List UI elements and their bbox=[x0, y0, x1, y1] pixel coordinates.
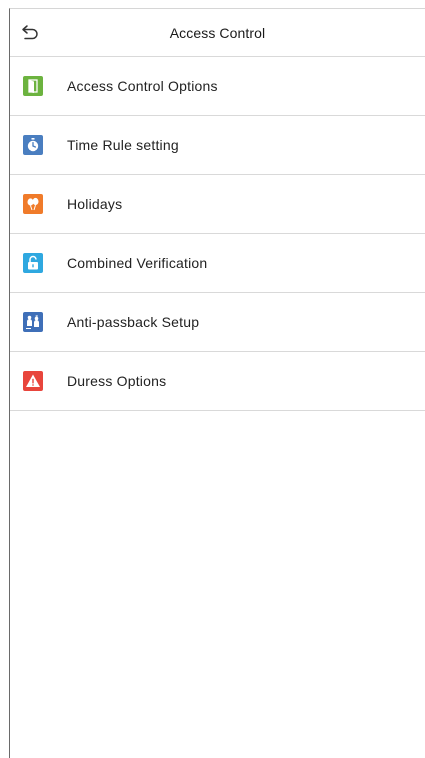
page-title: Access Control bbox=[169, 25, 266, 41]
menu-item-label: Duress Options bbox=[67, 373, 167, 389]
header-bar: Access Control bbox=[10, 9, 425, 57]
access-control-screen: Access Control Access Control Options Ti… bbox=[9, 8, 425, 758]
door-icon bbox=[23, 76, 43, 96]
menu-item-holidays[interactable]: Holidays bbox=[10, 175, 425, 234]
menu-item-label: Anti-passback Setup bbox=[67, 314, 200, 330]
unlock-icon bbox=[23, 253, 43, 273]
menu-item-label: Combined Verification bbox=[67, 255, 208, 271]
menu-item-anti-passback-setup[interactable]: Anti-passback Setup bbox=[10, 293, 425, 352]
balloons-icon bbox=[23, 194, 43, 214]
menu-item-time-rule-setting[interactable]: Time Rule setting bbox=[10, 116, 425, 175]
warning-icon bbox=[23, 371, 43, 391]
menu-item-label: Access Control Options bbox=[67, 78, 218, 94]
menu-item-combined-verification[interactable]: Combined Verification bbox=[10, 234, 425, 293]
timer-icon bbox=[23, 135, 43, 155]
menu-list: Access Control Options Time Rule setting bbox=[10, 57, 425, 411]
menu-item-label: Time Rule setting bbox=[67, 137, 179, 153]
menu-item-label: Holidays bbox=[67, 196, 123, 212]
anti-passback-icon bbox=[23, 312, 43, 332]
menu-item-duress-options[interactable]: Duress Options bbox=[10, 352, 425, 411]
menu-item-access-control-options[interactable]: Access Control Options bbox=[10, 57, 425, 116]
